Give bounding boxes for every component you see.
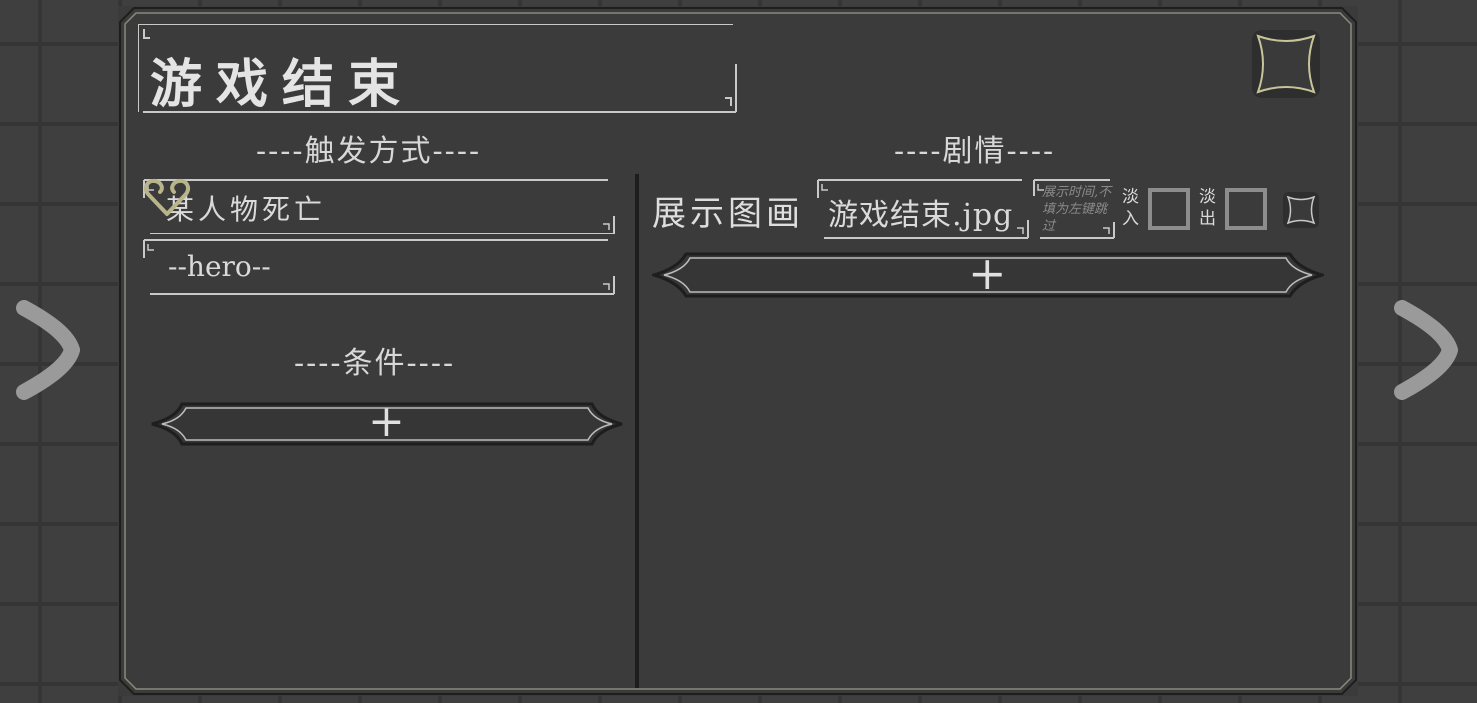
- image-file-value: 游戏结束.jpg: [828, 198, 1014, 233]
- story-action-label: 展示图画: [652, 194, 804, 234]
- trigger-target-input[interactable]: --hero--: [142, 238, 616, 295]
- chevron-right-icon: [1394, 300, 1459, 400]
- plus-icon: +: [968, 246, 1007, 300]
- story-header: ----剧情----: [894, 134, 1056, 169]
- display-time-input[interactable]: 展示时间,不填为左键跳过: [1032, 178, 1116, 240]
- close-button[interactable]: [1246, 24, 1326, 104]
- trigger-target-value: --hero--: [168, 250, 271, 283]
- fade-out-label: 淡出: [1199, 187, 1216, 229]
- conditions-header: ----条件----: [294, 346, 456, 381]
- nav-next-button[interactable]: [1388, 300, 1459, 400]
- page-title: 游戏结束: [150, 54, 415, 115]
- fade-out-checkbox[interactable]: [1225, 188, 1267, 230]
- remove-story-row-button[interactable]: [1281, 190, 1321, 230]
- event-editor-panel: 游戏结束 ----触发方式---- 某人物死亡 --hero-- ----条件-…: [118, 6, 1358, 696]
- column-divider: [635, 174, 639, 688]
- plus-icon: +: [368, 396, 405, 447]
- trigger-header: ----触发方式----: [256, 134, 482, 169]
- fade-in-label: 淡入: [1122, 187, 1139, 229]
- fade-in-checkbox[interactable]: [1148, 188, 1190, 230]
- chevron-icon: [16, 300, 81, 400]
- display-time-placeholder: 展示时间,不填为左键跳过: [1042, 185, 1112, 234]
- image-select-field[interactable]: 游戏结束.jpg: [816, 178, 1030, 240]
- title-box: 游戏结束: [137, 23, 738, 115]
- heart-dropdown-icon[interactable]: [142, 178, 192, 218]
- add-condition-button[interactable]: +: [150, 396, 624, 448]
- add-story-button[interactable]: +: [652, 246, 1324, 300]
- close-icon: [1252, 30, 1320, 98]
- nav-prev-button[interactable]: [10, 300, 81, 400]
- trigger-type-select[interactable]: 某人物死亡: [142, 178, 616, 234]
- close-icon: [1283, 192, 1319, 228]
